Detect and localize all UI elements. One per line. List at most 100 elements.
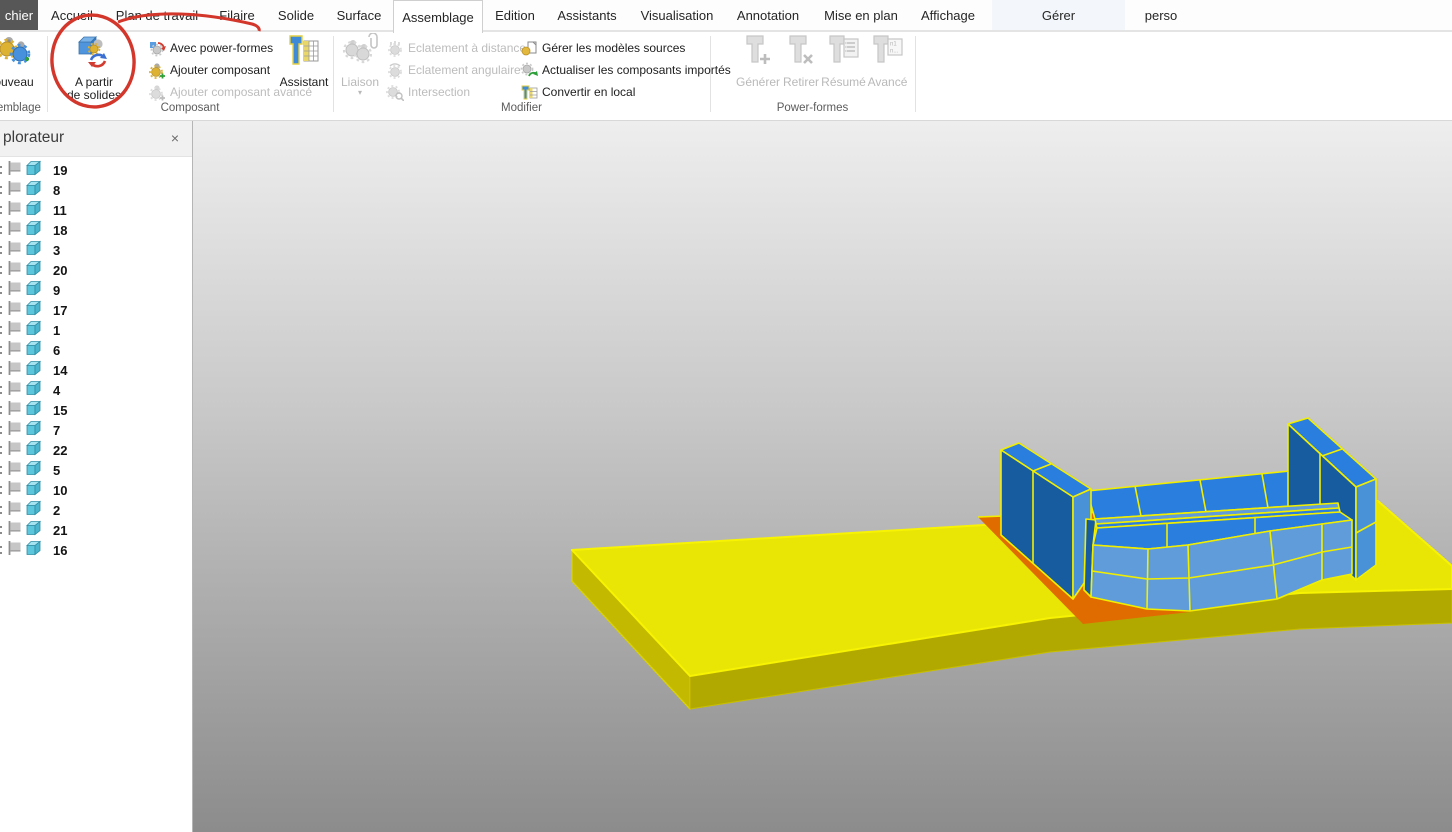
tree-item[interactable]: 19 xyxy=(0,160,192,180)
flag-icon xyxy=(7,340,22,361)
flag-icon xyxy=(7,500,22,521)
tab-solide[interactable]: Solide xyxy=(272,0,320,30)
tree-item[interactable]: 20 xyxy=(0,260,192,280)
solid-cube-icon xyxy=(25,280,42,301)
group-label-composant: Composant xyxy=(47,102,333,116)
generer-button: Générer xyxy=(736,33,780,89)
tree-expander-stub xyxy=(0,185,3,195)
tree-item[interactable]: 4 xyxy=(0,380,192,400)
tree-expander-stub xyxy=(0,265,3,275)
tree-item[interactable]: 7 xyxy=(0,420,192,440)
solid-cube-icon xyxy=(25,520,42,541)
convertir-en-local-icon xyxy=(520,84,538,101)
a-partir-de-solides-icon xyxy=(74,33,114,74)
avec-power-formes-icon xyxy=(148,40,166,57)
solid-cube-icon xyxy=(25,540,42,561)
tab-affichage[interactable]: Affichage xyxy=(916,0,980,30)
tab-accueil[interactable]: Accueil xyxy=(44,0,100,30)
tree-item[interactable]: 16 xyxy=(0,540,192,560)
tab-surface[interactable]: Surface xyxy=(334,0,384,30)
tree-item[interactable]: 22 xyxy=(0,440,192,460)
flag-icon xyxy=(7,300,22,321)
avance-label: Avancé xyxy=(868,76,908,89)
group-label-modifier: Modifier xyxy=(333,102,710,116)
tree-item[interactable]: 5 xyxy=(0,460,192,480)
tree-item[interactable]: 15 xyxy=(0,400,192,420)
ajouter-composant-avance-icon xyxy=(148,84,166,101)
explorer-panel: plorateur × xyxy=(0,121,193,832)
avance-icon: n1 n... xyxy=(870,33,906,74)
tree-item[interactable]: 9 xyxy=(0,280,192,300)
tree-item[interactable]: 1 xyxy=(0,320,192,340)
eclatement-distance-button: Eclatement à distance xyxy=(386,38,526,58)
solid-number-label: 8 xyxy=(53,183,60,198)
avec-power-formes-label: Avec power-formes xyxy=(170,41,273,55)
tree-item[interactable]: 17 xyxy=(0,300,192,320)
solid-number-label: 18 xyxy=(53,223,67,238)
3d-viewport[interactable] xyxy=(193,121,1452,832)
explorer-close-icon[interactable]: × xyxy=(167,130,183,146)
tree-expander-stub xyxy=(0,445,3,455)
tab-perso[interactable]: perso xyxy=(1136,0,1186,30)
tab-mise-en-plan[interactable]: Mise en plan xyxy=(822,0,900,30)
assistant-button[interactable]: Assistant xyxy=(276,33,332,89)
solid-cube-icon xyxy=(25,320,42,341)
a-partir-label-line2: de solides xyxy=(67,89,121,102)
tab-assemblage[interactable]: Assemblage xyxy=(393,0,483,33)
tree-expander-stub xyxy=(0,405,3,415)
tree-item[interactable]: 2 xyxy=(0,500,192,520)
tab-plan-de-travail[interactable]: Plan de travail xyxy=(114,0,200,30)
avec-power-formes-button[interactable]: Avec power-formes xyxy=(148,38,273,58)
group-label-assemblage: semblage xyxy=(0,102,46,116)
actualiser-composants-icon xyxy=(520,62,538,79)
solid-cube-icon xyxy=(25,480,42,501)
gerer-modeles-sources-button[interactable]: Gérer les modèles sources xyxy=(520,38,685,58)
tab-gerer[interactable]: Gérer xyxy=(992,0,1125,30)
resume-button: Résumé xyxy=(822,33,865,89)
tree-item[interactable]: 18 xyxy=(0,220,192,240)
ribbon-tab-bar: chier Accueil Plan de travail Filaire So… xyxy=(0,0,1452,32)
ajouter-composant-button[interactable]: Ajouter composant xyxy=(148,60,270,80)
eclatement-angulaire-label: Eclatement angulaire xyxy=(408,63,521,77)
tab-edition[interactable]: Edition xyxy=(490,0,540,30)
solid-number-label: 16 xyxy=(53,543,67,558)
flag-icon xyxy=(7,180,22,201)
intersection-label: Intersection xyxy=(408,85,470,99)
tree-expander-stub xyxy=(0,285,3,295)
solid-number-label: 14 xyxy=(53,363,67,378)
resume-label: Résumé xyxy=(821,76,866,89)
svg-text:n1: n1 xyxy=(890,42,897,48)
tab-visualisation[interactable]: Visualisation xyxy=(637,0,717,30)
liaison-button: Liaison ▾ xyxy=(338,33,382,97)
tab-fichier[interactable]: chier xyxy=(0,0,38,30)
tree-item[interactable]: 14 xyxy=(0,360,192,380)
retirer-icon xyxy=(784,33,818,74)
tree-expander-stub xyxy=(0,465,3,475)
nouveau-assemblage-button[interactable]: ouveau xyxy=(0,33,44,89)
tree-expander-stub xyxy=(0,345,3,355)
tree-item[interactable]: 11 xyxy=(0,200,192,220)
tree-item[interactable]: 6 xyxy=(0,340,192,360)
eclatement-distance-icon xyxy=(386,40,404,57)
ribbon-separator xyxy=(47,36,48,112)
tab-assistants[interactable]: Assistants xyxy=(553,0,621,30)
convertir-en-local-button[interactable]: Convertir en local xyxy=(520,82,635,102)
solid-number-label: 1 xyxy=(53,323,60,338)
intersection-icon xyxy=(386,84,404,101)
component-tree: 19 8 xyxy=(0,160,192,560)
tab-annotation[interactable]: Annotation xyxy=(730,0,806,30)
tab-filaire[interactable]: Filaire xyxy=(212,0,262,30)
flag-icon xyxy=(7,380,22,401)
tree-item[interactable]: 3 xyxy=(0,240,192,260)
tree-expander-stub xyxy=(0,165,3,175)
actualiser-composants-button[interactable]: Actualiser les composants importés xyxy=(520,60,731,80)
tree-item[interactable]: 8 xyxy=(0,180,192,200)
flag-icon xyxy=(7,220,22,241)
flag-icon xyxy=(7,320,22,341)
tree-item[interactable]: 21 xyxy=(0,520,192,540)
tree-item[interactable]: 10 xyxy=(0,480,192,500)
flag-icon xyxy=(7,400,22,421)
ajouter-composant-icon xyxy=(148,62,166,79)
a-partir-de-solides-button[interactable]: A partir de solides xyxy=(54,33,134,102)
solid-number-label: 5 xyxy=(53,463,60,478)
